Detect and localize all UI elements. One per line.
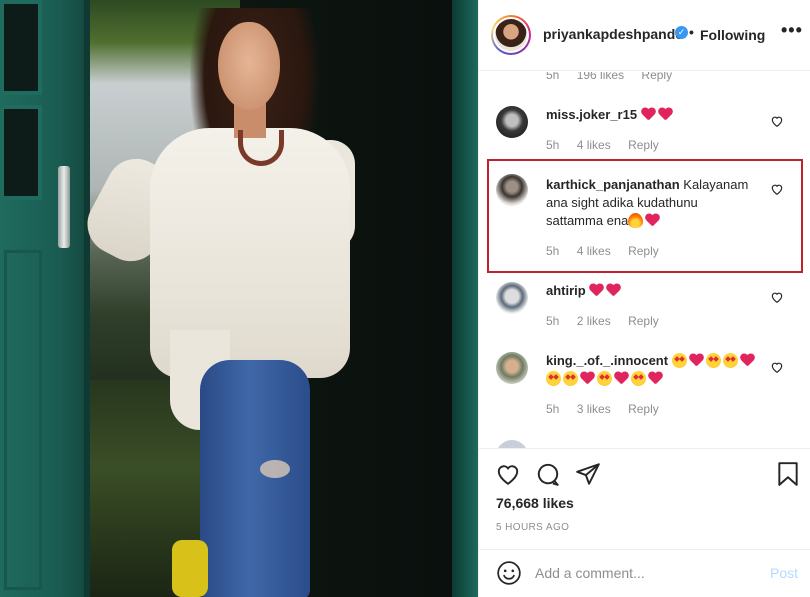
photo-door-right (452, 0, 478, 597)
author-username[interactable]: priyankapdeshpande (543, 26, 683, 42)
red-heart-emoji (645, 214, 660, 228)
red-heart-emoji (648, 372, 663, 386)
header-separator: • (689, 24, 694, 40)
add-comment-bar: Post (479, 549, 810, 597)
comments-list[interactable]: 5h 196 likes Reply miss.joker_r15 5h 4 l… (479, 72, 810, 448)
star-struck-emoji (671, 353, 687, 368)
comment-text: king._.of._.innocent (546, 352, 766, 388)
commenter-username[interactable]: ahtirip (546, 283, 586, 298)
red-heart-emoji (641, 108, 656, 122)
likes-count[interactable]: 76,668 likes (496, 495, 574, 511)
comment-likes[interactable]: 4 likes (577, 138, 611, 152)
following-button[interactable]: Following (700, 27, 765, 43)
red-heart-emoji (658, 108, 673, 122)
star-struck-emoji (705, 353, 721, 368)
like-comment-heart-icon[interactable] (770, 290, 784, 304)
comment-icon[interactable] (535, 461, 561, 487)
verified-badge-icon: ✓ (675, 26, 688, 39)
comment-time: 5h (546, 72, 560, 82)
commenter-username[interactable]: king._.of._.innocent (546, 353, 668, 368)
comment-likes[interactable]: 2 likes (577, 314, 611, 328)
commenter-avatar[interactable] (496, 282, 528, 314)
reply-button[interactable]: Reply (641, 72, 672, 82)
photo-subject-shoe (172, 540, 208, 597)
post-timestamp[interactable]: 5 HOURS AGO (496, 522, 569, 533)
post-comment-button[interactable]: Post (770, 565, 798, 581)
comment-text: karthick_panjanathan Kalayanam ana sight… (546, 176, 756, 230)
post-side-panel: priyankapdeshpande ✓ • Following ••• 5h … (478, 0, 810, 597)
post-header: priyankapdeshpande ✓ • Following ••• (479, 0, 810, 71)
comment-text: ahtirip (546, 282, 756, 300)
star-struck-emoji (722, 353, 738, 368)
heart-icon[interactable] (495, 461, 521, 487)
avatar[interactable] (491, 15, 531, 55)
star-struck-emoji (631, 371, 646, 386)
comment-meta: 5h 196 likes Reply (546, 72, 686, 82)
star-struck-emoji (563, 371, 578, 386)
comment-text: miss.joker_r15 (546, 106, 756, 124)
comment-meta: 5h 4 likes Reply (546, 138, 673, 152)
like-comment-heart-icon[interactable] (770, 182, 784, 196)
comment-meta: 5h 3 likes Reply (546, 402, 673, 416)
commenter-username[interactable]: miss.joker_r15 (546, 107, 637, 122)
comment-likes[interactable]: 3 likes (577, 402, 611, 416)
reply-button[interactable]: Reply (628, 402, 659, 416)
red-heart-emoji (689, 354, 704, 368)
photo-door-left (0, 0, 90, 597)
red-heart-emoji (606, 284, 621, 298)
star-struck-emoji (546, 371, 561, 386)
add-comment-input[interactable] (535, 562, 755, 584)
comment-meta: 5h 2 likes Reply (546, 314, 673, 328)
commenter-avatar[interactable] (496, 106, 528, 138)
commenter-avatar[interactable] (496, 352, 528, 384)
reply-button[interactable]: Reply (628, 244, 659, 258)
comment-time: 5h (546, 314, 560, 328)
comment-likes[interactable]: 196 likes (577, 72, 624, 82)
like-comment-heart-icon[interactable] (770, 114, 784, 128)
commenter-username[interactable]: karthick_panjanathan (546, 177, 680, 192)
commenter-avatar[interactable] (496, 440, 528, 448)
photo-subject-face (218, 22, 280, 110)
more-options-icon[interactable]: ••• (781, 20, 803, 41)
reply-button[interactable]: Reply (628, 314, 659, 328)
red-heart-emoji (740, 354, 755, 368)
post-photo[interactable] (0, 0, 478, 597)
comment-time: 5h (546, 138, 560, 152)
red-heart-emoji (614, 372, 629, 386)
red-heart-emoji (589, 284, 604, 298)
commenter-avatar[interactable] (496, 174, 528, 206)
share-icon[interactable] (575, 461, 601, 487)
post-actions: 76,668 likes 5 HOURS AGO (479, 448, 810, 549)
photo-door-handle (58, 166, 70, 248)
comment-likes[interactable]: 4 likes (577, 244, 611, 258)
reply-button[interactable]: Reply (628, 138, 659, 152)
photo-subject-jeans (200, 360, 310, 597)
like-comment-heart-icon[interactable] (770, 360, 784, 374)
emoji-smile-icon[interactable] (496, 560, 522, 586)
red-heart-emoji (580, 372, 595, 386)
bookmark-icon[interactable] (775, 461, 801, 487)
comment-time: 5h (546, 244, 560, 258)
star-struck-emoji (597, 371, 612, 386)
comment-time: 5h (546, 402, 560, 416)
comment-meta: 5h 4 likes Reply (546, 244, 673, 258)
fire-emoji (628, 213, 644, 228)
